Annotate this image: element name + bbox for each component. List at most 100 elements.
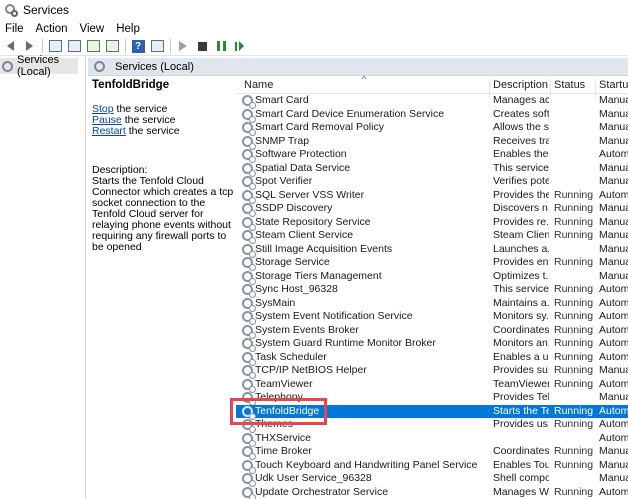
back-button[interactable] xyxy=(2,38,18,54)
service-name: Software Protection xyxy=(255,148,347,160)
refresh-button[interactable] xyxy=(85,38,101,54)
service-startup-type: Manual xyxy=(599,229,628,241)
table-row[interactable]: Touch Keyboard and Handwriting Panel Ser… xyxy=(236,459,628,474)
tree-item-label: Services (Local) xyxy=(17,54,60,78)
service-startup-type: Manual xyxy=(599,134,628,147)
service-gear-icon xyxy=(242,108,256,123)
pause-service-button[interactable] xyxy=(213,38,229,54)
table-row[interactable]: Storage Service Provides en... Running Manu… xyxy=(236,256,628,271)
forward-button[interactable] xyxy=(21,38,37,54)
service-description: Creates soft... xyxy=(493,107,549,120)
table-row[interactable]: Software Protection Enables the ... Automa xyxy=(236,148,628,163)
table-row[interactable]: Task Scheduler Enables a u... Running Autom… xyxy=(236,350,628,366)
service-description: Maintains a... xyxy=(493,296,549,309)
table-row[interactable]: Sync Host_96328 This service ... Running Au… xyxy=(236,283,628,298)
table-row[interactable]: TenfoldBridge Starts the Te... Running Auto… xyxy=(236,404,628,420)
services-gear-icon xyxy=(94,61,105,72)
service-name: Storage Service xyxy=(255,256,330,268)
service-gear-icon xyxy=(242,216,256,231)
service-startup-type: Automa xyxy=(599,418,628,430)
table-row[interactable]: Smart Card Manages ac... Manual xyxy=(236,94,628,109)
service-startup-type: Automa xyxy=(599,323,628,336)
service-status: Running xyxy=(554,350,594,363)
table-row[interactable]: TeamViewer TeamViewer... Running Automa xyxy=(236,377,628,393)
stop-icon xyxy=(197,41,207,51)
service-startup-type: Automa xyxy=(599,377,628,390)
help-button[interactable]: ? xyxy=(130,38,146,54)
menu-file[interactable]: File xyxy=(5,23,24,35)
refresh-icon xyxy=(86,40,100,52)
service-name: Telephony xyxy=(255,391,303,403)
service-description: Verifies pote... xyxy=(493,175,549,187)
column-header-name[interactable]: Name xyxy=(244,79,273,91)
service-gear-icon xyxy=(242,432,256,447)
table-row[interactable]: Spot Verifier Verifies pote... Manual xyxy=(236,175,628,190)
table-row[interactable]: TCP/IP NetBIOS Helper Provides su... Runni… xyxy=(236,364,628,379)
service-gear-icon xyxy=(242,135,256,150)
table-row[interactable]: Udk User Service_96328 Shell compo... Manu… xyxy=(236,472,628,487)
service-name: TCP/IP NetBIOS Helper xyxy=(255,364,367,376)
restart-service-link[interactable]: Restart xyxy=(92,125,126,137)
service-startup-type: Automa xyxy=(599,485,628,498)
table-row[interactable]: System Events Broker Coordinates... Runnin… xyxy=(236,323,628,339)
services-gear-icon xyxy=(2,60,13,72)
table-row[interactable]: Spatial Data Service This service ... Manu… xyxy=(236,162,628,177)
restart-service-button[interactable] xyxy=(232,38,248,54)
table-row[interactable]: Update Orchestrator Service Manages W... R… xyxy=(236,486,628,499)
service-gear-icon xyxy=(242,270,256,285)
service-status: Running xyxy=(554,256,594,268)
service-gear-icon xyxy=(242,338,256,352)
help-icon: ? xyxy=(131,39,145,53)
menu-action[interactable]: Action xyxy=(36,23,68,35)
service-startup-type: Manual xyxy=(599,445,628,457)
table-row[interactable]: Themes Provides us... Running Automa xyxy=(236,418,628,433)
restart-icon xyxy=(235,41,245,51)
menu-help[interactable]: Help xyxy=(116,23,140,35)
service-gear-icon xyxy=(242,351,256,366)
service-gear-icon xyxy=(242,459,256,474)
service-startup-type: Manual xyxy=(599,202,628,214)
tree-item-services-local[interactable]: Services (Local) xyxy=(0,54,78,78)
table-row[interactable]: THXService Automa xyxy=(236,431,628,447)
table-row[interactable]: SNMP Trap Receives tra... Manual xyxy=(236,134,628,150)
table-row[interactable]: Steam Client Service Steam Clien... Runnin… xyxy=(236,229,628,244)
table-row[interactable]: Smart Card Removal Policy Allows the s...… xyxy=(236,121,628,136)
table-row[interactable]: Time Broker Coordinates... Running Manual xyxy=(236,445,628,460)
service-name: SQL Server VSS Writer xyxy=(255,188,365,201)
export-list-icon xyxy=(105,40,119,52)
service-startup-type: Automa xyxy=(599,431,628,444)
service-startup-type: Automa xyxy=(599,310,628,322)
menu-view[interactable]: View xyxy=(80,23,105,35)
service-name: Steam Client Service xyxy=(255,229,354,241)
column-header-status[interactable]: Status xyxy=(554,79,585,91)
console-tree: Services (Local) xyxy=(0,54,86,499)
show-console-tree-button[interactable] xyxy=(47,38,63,54)
table-row[interactable]: SQL Server VSS Writer Provides the... Runn… xyxy=(236,188,628,204)
table-row[interactable]: Smart Card Device Enumeration Service Cre… xyxy=(236,107,628,123)
column-header-description[interactable]: Description xyxy=(493,79,548,91)
stop-service-button[interactable] xyxy=(194,38,210,54)
start-service-button[interactable] xyxy=(175,38,191,54)
table-row[interactable]: System Event Notification Service Monitor… xyxy=(236,310,628,325)
properties-button[interactable] xyxy=(66,38,82,54)
export-list-button[interactable] xyxy=(104,38,120,54)
service-status: Running xyxy=(554,485,594,498)
description-panel: TenfoldBridge Stop the service Pause the… xyxy=(88,76,234,499)
forward-arrow-icon xyxy=(25,41,33,51)
service-status: Running xyxy=(554,323,594,336)
table-row[interactable]: Telephony Provides Tel... Manual xyxy=(236,391,628,406)
column-header-startup[interactable]: Startup xyxy=(599,79,628,91)
table-row[interactable]: SysMain Maintains a... Running Automa xyxy=(236,296,628,312)
table-row[interactable]: Still Image Acquisition Events Launches a… xyxy=(236,243,628,258)
service-gear-icon xyxy=(242,378,256,393)
action-pane-button[interactable] xyxy=(149,38,165,54)
service-status: Running xyxy=(554,364,594,376)
service-description: Coordinates... xyxy=(493,445,549,457)
back-arrow-icon xyxy=(6,41,14,51)
service-status: Running xyxy=(554,202,594,214)
table-row[interactable]: System Guard Runtime Monitor Broker Monit… xyxy=(236,337,628,352)
service-gear-icon xyxy=(242,446,256,460)
table-row[interactable]: State Repository Service Provides re... Ru… xyxy=(236,216,628,231)
table-row[interactable]: Storage Tiers Management Optimizes t... Ma… xyxy=(236,270,628,285)
table-row[interactable]: SSDP Discovery Discovers n... Running Manua… xyxy=(236,202,628,217)
